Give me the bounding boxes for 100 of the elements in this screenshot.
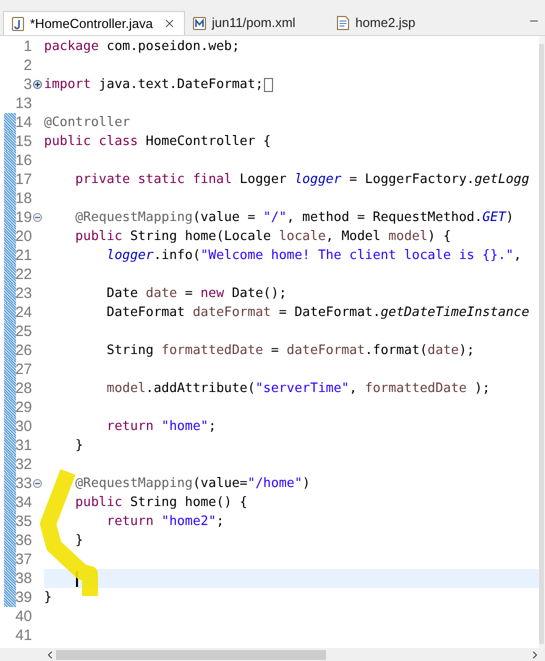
code-token: ); bbox=[458, 342, 475, 360]
code-token: public class bbox=[44, 133, 138, 151]
code-token: .addAttribute( bbox=[146, 380, 256, 398]
code-token: Date bbox=[106, 285, 139, 303]
code-token: } bbox=[74, 532, 84, 550]
line-number: 29 bbox=[15, 398, 32, 417]
code-token: "Welcome home! The client locale is {}." bbox=[200, 247, 514, 265]
code-token: public bbox=[74, 228, 122, 246]
line-number: 41 bbox=[15, 626, 32, 645]
maven-file-icon bbox=[192, 16, 206, 30]
vertical-scrollbar-thumb[interactable] bbox=[539, 44, 544, 644]
code-token: = LoggerFactory. bbox=[348, 171, 474, 189]
line-number: 18 bbox=[15, 189, 32, 208]
line-number: 31 bbox=[15, 436, 32, 455]
code-token: ) bbox=[506, 209, 514, 227]
line-number: 33 bbox=[15, 474, 32, 493]
code-token: formattedDate bbox=[364, 380, 467, 398]
line-number: 26 bbox=[15, 341, 32, 360]
code-token: java.text.DateFormat; bbox=[98, 76, 264, 94]
line-number: 37 bbox=[15, 550, 32, 569]
line-number: 22 bbox=[15, 265, 32, 284]
code-token: import bbox=[44, 76, 91, 94]
code-token: @Controller bbox=[44, 114, 130, 132]
folded-code-icon[interactable] bbox=[264, 78, 274, 92]
code-token: HomeController { bbox=[144, 133, 271, 151]
code-token: "home2" bbox=[161, 513, 216, 531]
code-token: public bbox=[74, 494, 122, 512]
code-token: DateFormat bbox=[106, 304, 186, 322]
code-token: model bbox=[106, 380, 146, 398]
line-number: 27 bbox=[15, 360, 32, 379]
code-token: , bbox=[349, 380, 358, 398]
code-token: Date(); bbox=[230, 285, 287, 303]
code-token: "/home" bbox=[248, 475, 302, 493]
code-token: com.poseidon.web; bbox=[106, 38, 240, 56]
line-number: 40 bbox=[15, 607, 32, 626]
code-token: getDateTimeInstance bbox=[380, 304, 530, 322]
code-token: formattedDate bbox=[161, 342, 264, 360]
expand-fold-icon[interactable] bbox=[33, 80, 42, 89]
line-number: 21 bbox=[15, 246, 32, 265]
code-token: dateFormat bbox=[192, 304, 271, 322]
line-number: 3 bbox=[24, 75, 32, 94]
code-token: "home" bbox=[161, 418, 208, 436]
code-token: = DateFormat. bbox=[278, 304, 381, 322]
line-number: 38 bbox=[15, 569, 32, 588]
code-token: logger bbox=[294, 171, 342, 189]
code-token: private static final bbox=[74, 171, 232, 189]
line-number: 39 bbox=[15, 588, 32, 607]
code-token: String home(Locale bbox=[129, 228, 272, 246]
code-token: ; bbox=[216, 513, 224, 531]
code-token: } bbox=[74, 437, 84, 455]
code-token: .info( bbox=[154, 247, 201, 265]
line-number: 19 bbox=[15, 208, 32, 227]
code-token: .format( bbox=[364, 342, 428, 360]
code-token: package bbox=[44, 38, 99, 56]
line-number: 32 bbox=[15, 455, 32, 474]
code-token: = bbox=[184, 285, 194, 303]
editor-tab[interactable]: home2.jsp bbox=[329, 11, 424, 35]
horizontal-scrollbar-thumb[interactable] bbox=[56, 650, 326, 660]
code-token: GET bbox=[482, 209, 506, 227]
code-token: , bbox=[514, 247, 522, 265]
code-token: logger bbox=[106, 247, 154, 265]
code-token: @RequestMapping bbox=[74, 209, 193, 227]
java-file-icon bbox=[12, 16, 24, 30]
line-number: 14 bbox=[15, 113, 32, 132]
line-number: 17 bbox=[15, 170, 32, 189]
document-icon bbox=[337, 16, 350, 30]
line-number: 28 bbox=[15, 379, 32, 398]
code-token: return bbox=[106, 513, 155, 531]
code-token: dateFormat bbox=[286, 342, 365, 360]
code-token: = bbox=[270, 342, 280, 360]
code-token: String bbox=[106, 342, 155, 360]
code-token: @RequestMapping bbox=[74, 475, 193, 493]
line-number: 2 bbox=[24, 56, 32, 75]
code-token: ); bbox=[473, 380, 490, 398]
editor-tab[interactable]: *HomeController.java bbox=[3, 11, 185, 35]
editor-tab[interactable]: jun11/pom.xml bbox=[184, 11, 304, 35]
line-number: 1 bbox=[24, 37, 32, 56]
line-number: 16 bbox=[15, 151, 32, 170]
code-token: ) bbox=[302, 475, 310, 493]
line-number: 36 bbox=[15, 531, 32, 550]
line-number: 13 bbox=[15, 94, 32, 113]
code-token: locale bbox=[278, 228, 326, 246]
line-number: 23 bbox=[15, 284, 32, 303]
line-number: 24 bbox=[15, 303, 32, 322]
collapse-fold-icon[interactable] bbox=[33, 479, 42, 488]
code-token: return bbox=[106, 418, 155, 436]
code-token: ) { bbox=[428, 228, 452, 246]
line-number: 15 bbox=[15, 132, 32, 151]
code-token: "serverTime" bbox=[255, 380, 350, 398]
code-token: String home() { bbox=[129, 494, 248, 512]
code-token: , method = RequestMethod. bbox=[286, 209, 482, 227]
collapse-fold-icon[interactable] bbox=[33, 213, 42, 222]
code-token: getLogg bbox=[474, 171, 530, 189]
code-token: , Model bbox=[326, 228, 382, 246]
code-token: (value = bbox=[192, 209, 256, 227]
code-token: ; bbox=[208, 418, 216, 436]
code-token: "/" bbox=[263, 209, 287, 227]
line-number: 30 bbox=[15, 417, 32, 436]
code-token: (value= bbox=[192, 475, 248, 493]
code-token: Logger bbox=[238, 171, 288, 189]
